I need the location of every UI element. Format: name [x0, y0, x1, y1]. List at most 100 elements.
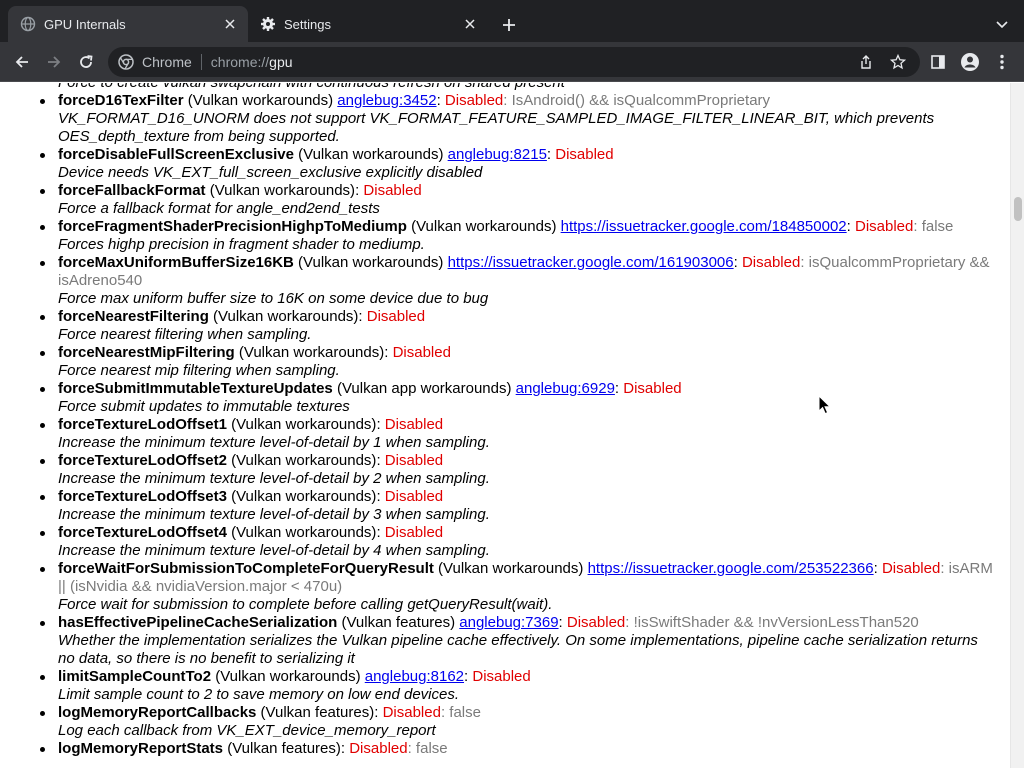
- feature-description: Device needs VK_EXT_full_screen_exclusiv…: [58, 164, 483, 181]
- feature-category: (Vulkan workarounds): [293, 146, 448, 163]
- side-panel-icon: [931, 55, 945, 69]
- tab-title: Settings: [284, 16, 331, 32]
- feature-name: logMemoryReportCallbacks: [58, 704, 257, 721]
- feature-description: Limit sample count to 2 to save memory o…: [58, 686, 460, 703]
- bug-link[interactable]: anglebug:8215: [448, 146, 547, 163]
- colon: :: [873, 560, 882, 577]
- feature-description: Force submit updates to immutable textur…: [58, 398, 350, 415]
- tab-gpu-internals[interactable]: GPU Internals: [8, 6, 248, 42]
- colon: :: [384, 344, 393, 361]
- feature-status: Disabled: [444, 92, 504, 109]
- profile-button[interactable]: [958, 50, 982, 74]
- back-button[interactable]: [10, 50, 34, 74]
- list-bullet: [40, 261, 45, 266]
- gear-icon: [260, 16, 276, 32]
- colon: :: [558, 614, 567, 631]
- bug-link[interactable]: anglebug:6929: [516, 380, 615, 397]
- list-bullet: [40, 747, 45, 752]
- reload-button[interactable]: [74, 50, 98, 74]
- tab-settings[interactable]: Settings: [248, 6, 488, 42]
- menu-button[interactable]: [990, 50, 1014, 74]
- forward-button[interactable]: [42, 50, 66, 74]
- feature-name: forceFragmentShaderPrecisionHighpToMediu…: [58, 218, 407, 235]
- feature-item: logMemoryReportCallbacks (Vulkan feature…: [0, 704, 1000, 740]
- feature-item: forceNearestMipFiltering (Vulkan workaro…: [0, 344, 1000, 380]
- feature-category: (Vulkan workarounds): [226, 488, 377, 505]
- feature-header: forceTextureLodOffset4 (Vulkan workaroun…: [58, 524, 996, 542]
- list-bullet: [40, 189, 45, 194]
- colon: :: [546, 146, 556, 163]
- feature-category: (Vulkan workarounds): [211, 668, 365, 685]
- list-bullet: [40, 351, 45, 356]
- address-bar[interactable]: Chrome chrome://gpu: [108, 47, 920, 77]
- close-tab-icon[interactable]: [460, 14, 480, 34]
- feature-name: forceD16TexFilter: [58, 92, 184, 109]
- bookmark-button[interactable]: [886, 50, 910, 74]
- feature-status: Disabled: [855, 218, 914, 235]
- feature-category: (Vulkan workarounds): [406, 218, 561, 235]
- back-arrow-icon: [15, 56, 28, 68]
- list-bullet: [40, 315, 45, 320]
- feature-category: (Vulkan workarounds): [293, 254, 448, 271]
- feature-item: forceD16TexFilter (Vulkan workarounds) a…: [0, 92, 1000, 146]
- side-panel-button[interactable]: [926, 50, 950, 74]
- feature-item: forceSubmitImmutableTextureUpdates (Vulk…: [0, 380, 1000, 416]
- feature-header: forceTextureLodOffset3 (Vulkan workaroun…: [58, 488, 996, 506]
- feature-name: forceWaitForSubmissionToCompleteForQuery…: [58, 560, 434, 577]
- list-bullet: [40, 99, 45, 104]
- feature-status: Disabled: [384, 488, 444, 505]
- feature-description: Increase the minimum texture level-of-de…: [58, 470, 490, 487]
- feature-description: VK_FORMAT_D16_UNORM does not support VK_…: [58, 110, 935, 145]
- feature-name: limitSampleCountTo2: [58, 668, 212, 685]
- list-bullet: [40, 387, 45, 392]
- bug-link[interactable]: https://issuetracker.google.com/18485000…: [561, 218, 847, 235]
- feature-description: Increase the minimum texture level-of-de…: [58, 434, 490, 451]
- feature-status: Disabled: [741, 254, 801, 271]
- close-tab-icon[interactable]: [220, 14, 240, 34]
- feature-item: logMemoryReportStats (Vulkan features): …: [0, 740, 1000, 758]
- vertical-scrollbar[interactable]: [1010, 83, 1024, 768]
- tab-search-button[interactable]: [990, 13, 1014, 37]
- feature-category: (Vulkan workarounds): [205, 182, 356, 199]
- feature-header: forceTextureLodOffset1 (Vulkan workaroun…: [58, 416, 996, 434]
- colon: :: [340, 740, 350, 757]
- feature-name: logMemoryReportStats: [58, 740, 224, 757]
- list-bullet: [40, 675, 45, 680]
- forward-arrow-icon: [48, 56, 61, 68]
- feature-header: forceFallbackFormat (Vulkan workarounds)…: [58, 182, 996, 200]
- feature-category: (Vulkan features): [223, 740, 341, 757]
- list-bullet: [40, 531, 45, 536]
- reload-icon: [80, 55, 93, 68]
- feature-category: (Vulkan workarounds): [226, 416, 377, 433]
- feature-name: forceFallbackFormat: [58, 182, 206, 199]
- feature-name: forceDisableFullScreenExclusive: [58, 146, 294, 163]
- feature-status: Disabled: [349, 740, 408, 757]
- new-tab-button[interactable]: [497, 13, 521, 37]
- feature-header: forceWaitForSubmissionToCompleteForQuery…: [58, 560, 996, 596]
- share-button[interactable]: [854, 50, 878, 74]
- feature-description: Increase the minimum texture level-of-de…: [58, 506, 490, 523]
- feature-description: Increase the minimum texture level-of-de…: [58, 542, 490, 559]
- feature-name: forceSubmitImmutableTextureUpdates: [58, 380, 333, 397]
- bug-link[interactable]: anglebug:7369: [459, 614, 558, 631]
- feature-category: (Vulkan workarounds): [433, 560, 588, 577]
- feature-category: (Vulkan workarounds): [208, 308, 359, 325]
- bug-link[interactable]: https://issuetracker.google.com/25352236…: [588, 560, 874, 577]
- colon: :: [376, 488, 385, 505]
- scrollbar-thumb[interactable]: [1014, 197, 1022, 221]
- feature-name: forceTextureLodOffset2: [58, 452, 227, 469]
- tab-title: GPU Internals: [44, 16, 126, 32]
- avatar-icon: [961, 53, 979, 71]
- list-bullet: [40, 567, 45, 572]
- bug-link[interactable]: anglebug:8162: [365, 668, 464, 685]
- feature-item: forceDisableFullScreenExclusive (Vulkan …: [0, 146, 1000, 182]
- feature-header: forceNearestFiltering (Vulkan workaround…: [58, 308, 996, 326]
- bug-link[interactable]: anglebug:3452: [337, 92, 436, 109]
- feature-name: forceTextureLodOffset4: [58, 524, 227, 541]
- feature-category: (Vulkan features): [337, 614, 460, 631]
- feature-name: forceNearestMipFiltering: [58, 344, 235, 361]
- feature-description: Log each callback from VK_EXT_device_mem…: [58, 722, 436, 739]
- bug-link[interactable]: https://issuetracker.google.com/16190300…: [448, 254, 734, 271]
- feature-category: (Vulkan workarounds): [234, 344, 385, 361]
- site-chip: Chrome: [142, 54, 192, 70]
